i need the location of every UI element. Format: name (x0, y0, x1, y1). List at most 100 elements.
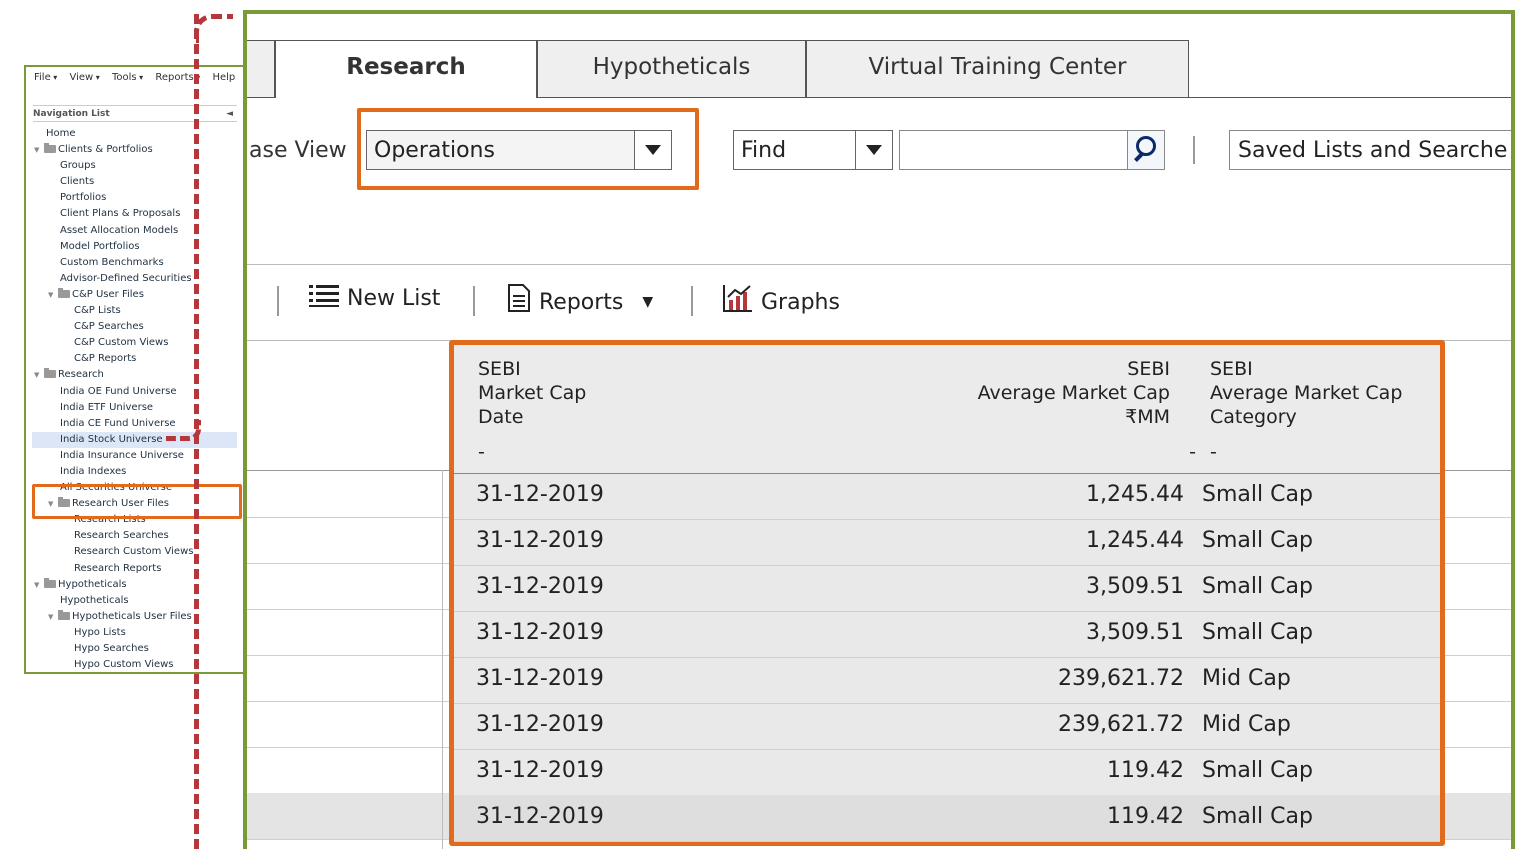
navigation-list-header: Navigation List ◄ (33, 105, 237, 122)
nav-item-custom-benchmarks[interactable]: Custom Benchmarks (32, 255, 237, 271)
column-header-market-cap-date[interactable]: SEBI Market Cap Date (478, 357, 586, 429)
menu-help[interactable]: Help (212, 72, 235, 83)
table-row[interactable]: 31-12-2019 1,245.44 Small Cap (454, 473, 1440, 520)
nav-item-research[interactable]: ▼ Research (32, 367, 237, 383)
nav-item-advisor-defined-securities[interactable]: Advisor-Defined Securities (32, 271, 237, 287)
nav-item-label: Hypo Searches (74, 643, 149, 654)
cell-category: Mid Cap (1202, 666, 1291, 691)
tab-hypotheticals[interactable]: Hypotheticals (537, 40, 806, 98)
reports-label: Reports (539, 290, 624, 315)
nav-item-india-insurance-universe[interactable]: India Insurance Universe (32, 448, 237, 464)
tab-previous[interactable] (247, 40, 275, 98)
find-select-value: Find (741, 138, 787, 163)
find-input[interactable] (899, 130, 1165, 170)
table-row[interactable]: 31-12-2019 3,509.51 Small Cap (454, 611, 1440, 658)
cell-category: Small Cap (1202, 758, 1313, 783)
nav-item-c-p-lists[interactable]: C&P Lists (32, 303, 237, 319)
filter-average-market-cap[interactable]: - (1189, 441, 1196, 463)
nav-item-research-custom-views[interactable]: Research Custom Views (32, 544, 237, 560)
search-button[interactable] (1127, 131, 1164, 169)
expand-toggle-icon[interactable]: ▼ (48, 609, 58, 625)
nav-item-label: Custom Benchmarks (60, 256, 164, 268)
menu-tools[interactable]: Tools (112, 72, 143, 83)
view-select-highlight (357, 108, 699, 190)
nav-item-home[interactable]: Home (32, 126, 237, 142)
nav-item-c-p-reports[interactable]: C&P Reports (32, 351, 237, 367)
nav-item-label: India OE Fund Universe (60, 385, 177, 397)
cell-average-market-cap: 3,509.51 (1086, 574, 1184, 599)
nav-item-asset-allocation-models[interactable]: Asset Allocation Models (32, 223, 237, 239)
filter-market-cap-category[interactable]: - (1210, 441, 1217, 463)
cell-category: Small Cap (1202, 620, 1313, 645)
nav-item-hypo-lists[interactable]: Hypo Lists (32, 625, 237, 641)
expand-toggle-icon[interactable]: ▼ (34, 577, 44, 593)
nav-item-label: India Stock Universe (60, 433, 163, 445)
find-select[interactable]: Find (733, 130, 893, 170)
separator (1193, 136, 1195, 164)
nav-item-c-p-searches[interactable]: C&P Searches (32, 319, 237, 335)
saved-lists-and-searches[interactable]: Saved Lists and Searche (1229, 130, 1511, 170)
cell-average-market-cap: 239,621.72 (1058, 712, 1184, 737)
nav-item-label: Portfolios (60, 192, 107, 204)
nav-item-label: C&P Searches (74, 321, 144, 333)
expand-toggle-icon[interactable]: ▼ (34, 367, 44, 383)
graphs-button[interactable]: Graphs (723, 284, 840, 315)
expand-toggle-icon[interactable]: ▼ (48, 287, 58, 303)
menu-view[interactable]: View (69, 72, 99, 83)
folder-icon (58, 609, 70, 620)
table-row[interactable]: 31-12-2019 239,621.72 Mid Cap (454, 657, 1440, 704)
cell-date: 31-12-2019 (476, 528, 604, 553)
tab-virtual-training-center[interactable]: Virtual Training Center (806, 40, 1189, 98)
chevron-down-icon[interactable] (855, 131, 892, 169)
nav-item-label: Hypo Lists (74, 626, 126, 638)
nav-item-label: Clients (60, 176, 95, 188)
nav-item-india-indexes[interactable]: India Indexes (32, 464, 237, 480)
tab-baseline (537, 97, 1511, 98)
nav-item-research-reports[interactable]: Research Reports (32, 561, 237, 577)
cell-category: Small Cap (1202, 528, 1313, 553)
table-row[interactable]: 31-12-2019 1,245.44 Small Cap (454, 519, 1440, 566)
nav-item-hypotheticals[interactable]: ▼ Hypotheticals (32, 577, 237, 593)
cell-average-market-cap: 3,509.51 (1086, 620, 1184, 645)
new-list-button[interactable]: New List (309, 284, 440, 311)
navigation-panel: File View Tools Reports Help Navigation … (24, 65, 243, 674)
menu-file[interactable]: File (34, 72, 57, 83)
reports-menu-button[interactable]: Reports ▼ (507, 284, 653, 315)
nav-item-hypo-searches[interactable]: Hypo Searches (32, 641, 237, 657)
nav-item-c-p-custom-views[interactable]: C&P Custom Views (32, 335, 237, 351)
nav-item-label: Groups (60, 160, 96, 172)
nav-item-label: C&P Lists (74, 305, 121, 317)
column-header-market-cap-category[interactable]: SEBI Average Market Cap Category (1210, 357, 1402, 429)
nav-item-clients-portfolios[interactable]: ▼ Clients & Portfolios (32, 142, 237, 158)
cell-average-market-cap: 1,245.44 (1086, 482, 1184, 507)
nav-item-portfolios[interactable]: Portfolios (32, 190, 237, 206)
graphs-label: Graphs (761, 290, 840, 315)
report-icon (508, 284, 530, 312)
table-row[interactable]: 31-12-2019 119.42 Small Cap (454, 749, 1440, 796)
nav-item-client-plans-proposals[interactable]: Client Plans & Proposals (32, 206, 237, 222)
nav-item-india-oe-fund-universe[interactable]: India OE Fund Universe (32, 384, 237, 400)
table-row[interactable]: 31-12-2019 119.42 Small Cap (454, 795, 1440, 842)
nav-item-hypo-custom-views[interactable]: Hypo Custom Views (32, 657, 237, 673)
nav-item-india-stock-universe[interactable]: India Stock Universe (32, 431, 237, 448)
nav-item-c-p-user-files[interactable]: ▼ C&P User Files (32, 287, 237, 303)
india-stock-universe-highlight (32, 484, 242, 519)
nav-item-label: Client Plans & Proposals (60, 208, 181, 220)
nav-item-groups[interactable]: Groups (32, 158, 237, 174)
tab-research[interactable]: Research (275, 40, 537, 98)
filter-market-cap-date[interactable]: - (478, 441, 485, 463)
column-header-average-market-cap[interactable]: SEBI Average Market Cap ₹MM (978, 357, 1170, 429)
nav-item-hypotheticals-user-files[interactable]: ▼ Hypotheticals User Files (32, 609, 237, 625)
nav-item-india-ce-fund-universe[interactable]: India CE Fund Universe (32, 416, 237, 432)
nav-item-clients[interactable]: Clients (32, 174, 237, 190)
cell-category: Small Cap (1202, 804, 1313, 829)
cell-date: 31-12-2019 (476, 666, 604, 691)
collapse-icon[interactable]: ◄ (226, 106, 233, 123)
table-row[interactable]: 31-12-2019 239,621.72 Mid Cap (454, 703, 1440, 750)
nav-item-model-portfolios[interactable]: Model Portfolios (32, 239, 237, 255)
nav-item-india-etf-universe[interactable]: India ETF Universe (32, 400, 237, 416)
nav-item-research-searches[interactable]: Research Searches (32, 528, 237, 544)
expand-toggle-icon[interactable]: ▼ (34, 142, 44, 158)
nav-item-hypotheticals[interactable]: Hypotheticals (32, 593, 237, 609)
table-row[interactable]: 31-12-2019 3,509.51 Small Cap (454, 565, 1440, 612)
